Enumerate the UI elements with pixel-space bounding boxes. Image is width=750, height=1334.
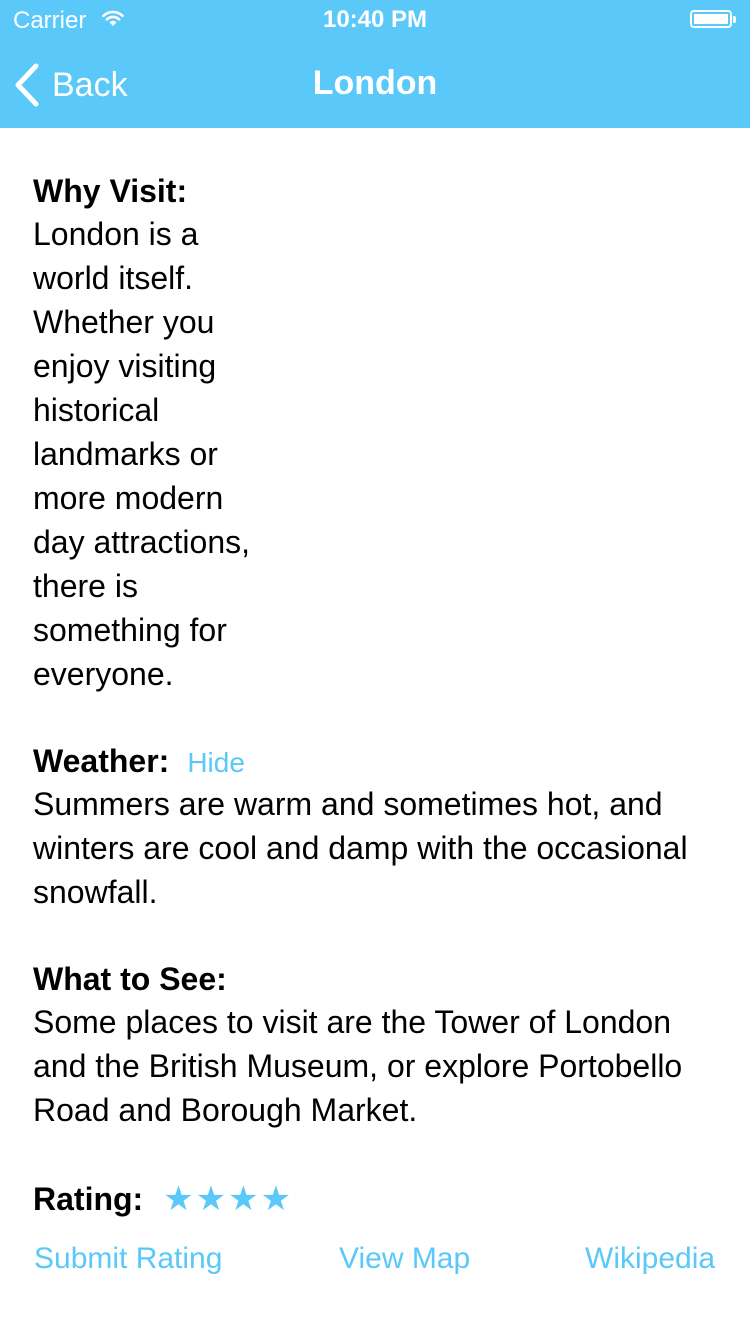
weather-heading: Weather: bbox=[33, 743, 170, 779]
weather-header: Weather: Hide bbox=[33, 740, 733, 782]
rating-heading: Rating: bbox=[33, 1181, 144, 1217]
star-icon[interactable]: ★ bbox=[163, 1179, 195, 1219]
what-to-see-section: What to See: Some places to visit are th… bbox=[33, 958, 733, 1132]
view-map-button[interactable]: View Map bbox=[339, 1242, 470, 1276]
why-visit-section: Why Visit: London is a world itself. Whe… bbox=[33, 170, 733, 696]
star-icon[interactable]: ★ bbox=[196, 1179, 228, 1219]
what-to-see-heading: What to See: bbox=[33, 961, 227, 997]
rating-row: Rating: ★ ★ ★ ★ bbox=[33, 1176, 733, 1222]
action-bar: Submit Rating View Map Wikipedia bbox=[0, 1242, 750, 1282]
star-icon[interactable]: ★ bbox=[261, 1179, 293, 1219]
submit-rating-button[interactable]: Submit Rating bbox=[34, 1242, 222, 1276]
rating-stars[interactable]: ★ ★ ★ ★ bbox=[163, 1179, 293, 1219]
wikipedia-button[interactable]: Wikipedia bbox=[585, 1242, 715, 1276]
why-visit-heading: Why Visit: bbox=[33, 173, 188, 209]
page-title: London bbox=[312, 64, 438, 102]
weather-text: Summers are warm and sometimes hot, and … bbox=[33, 786, 688, 910]
star-icon[interactable]: ★ bbox=[228, 1179, 260, 1219]
status-time: 10:40 PM bbox=[322, 6, 428, 33]
navigation-bar: Carrier 10:40 PM Back London bbox=[0, 0, 750, 128]
battery-icon bbox=[690, 10, 736, 30]
what-to-see-text: Some places to visit are the Tower of Lo… bbox=[33, 1004, 683, 1128]
detail-content: Why Visit: London is a world itself. Whe… bbox=[33, 170, 733, 1222]
weather-section: Weather: Hide Summers are warm and somet… bbox=[33, 740, 733, 914]
status-bar: Carrier 10:40 PM bbox=[0, 0, 750, 40]
why-visit-text: London is a world itself. Whether you en… bbox=[33, 216, 250, 692]
hide-weather-button[interactable]: Hide bbox=[187, 747, 245, 779]
